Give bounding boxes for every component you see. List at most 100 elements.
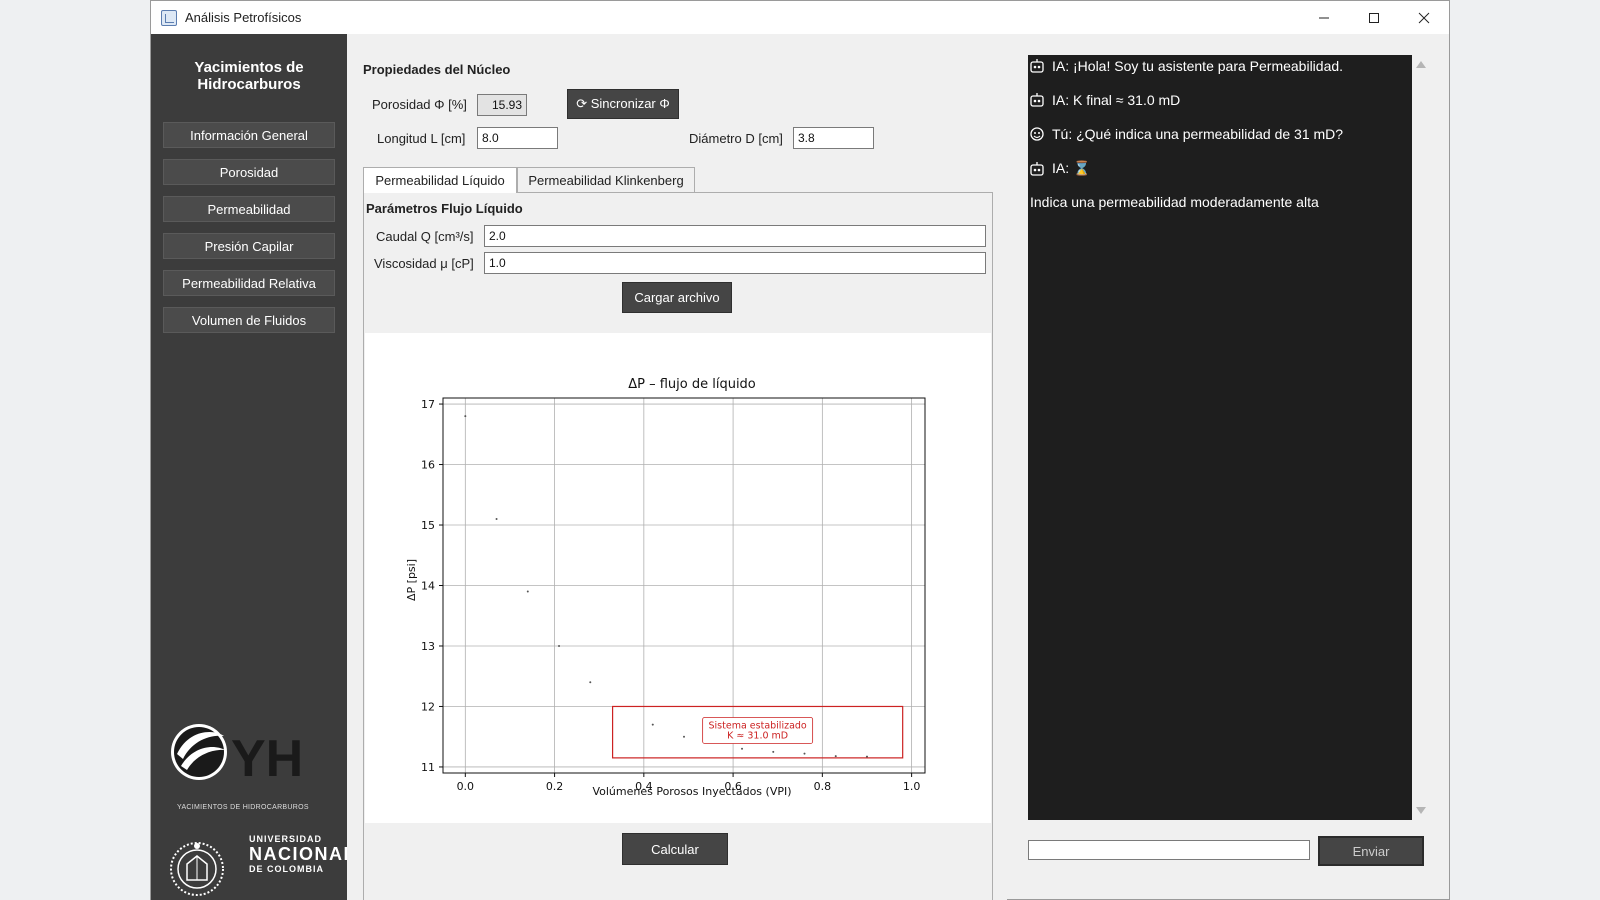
y-tick-label: 13 (421, 640, 435, 653)
y-axis-ticks: 11 12 13 14 15 16 17 (421, 398, 443, 774)
maximize-button[interactable] (1349, 1, 1399, 34)
send-button[interactable]: Enviar (1318, 836, 1424, 866)
x-tick-label: 1.0 (903, 780, 921, 793)
close-button[interactable] (1399, 1, 1449, 34)
unal-line-2: NACIONAL (249, 844, 356, 864)
diameter-label: Diámetro D [cm] (689, 131, 783, 146)
robot-icon (1030, 161, 1044, 176)
chat-message: Tú: ¿Qué indica una permeabilidad de 31 … (1030, 126, 1343, 142)
y-tick-label: 14 (421, 580, 435, 593)
tab-permeabilidad-klinkenberg[interactable]: Permeabilidad Klinkenberg (517, 167, 695, 192)
data-point (683, 735, 685, 738)
diameter-field[interactable]: 3.8 (793, 127, 874, 149)
chat-message: IA: ⌛ (1030, 160, 1090, 177)
sidebar-item-informacion-general[interactable]: Información General (163, 122, 335, 148)
data-point (589, 681, 592, 684)
data-point (834, 755, 837, 758)
main-panel: Propiedades del Núcleo Porosidad Φ [%] 1… (347, 34, 1007, 900)
data-point (772, 750, 775, 753)
plot-area: ΔP – flujo de líquido Sistema estabiliza… (365, 333, 991, 823)
sidebar-item-permeabilidad[interactable]: Permeabilidad (163, 196, 335, 222)
x-axis-label: Volúmenes Porosos Inyectados (VPI) (592, 785, 791, 798)
sidebar: Yacimientos de Hidrocarburos Información… (151, 34, 355, 900)
yh-logo: YH (171, 724, 303, 788)
annotation-text: K ≈ 31.0 mD (727, 730, 788, 741)
x-tick-label: 0.0 (457, 780, 475, 793)
viscosity-field[interactable]: 1.0 (484, 252, 986, 274)
calculate-button[interactable]: Calcular (622, 833, 728, 865)
sidebar-item-volumen-fluidos[interactable]: Volumen de Fluidos (163, 307, 335, 333)
sidebar-item-presion-capilar[interactable]: Presión Capilar (163, 233, 335, 259)
core-properties-title: Propiedades del Núcleo (363, 62, 511, 77)
close-icon (1418, 12, 1430, 23)
length-field[interactable]: 8.0 (477, 127, 558, 149)
yh-logo-text: YH (231, 730, 303, 788)
user-icon (1030, 127, 1044, 141)
length-label: Longitud L [cm] (377, 131, 466, 146)
minimize-button[interactable] (1299, 1, 1349, 34)
x-tick-label: 0.2 (546, 780, 564, 793)
window-controls (1299, 1, 1449, 34)
scroll-down-icon[interactable] (1416, 807, 1426, 814)
yh-logo-subtitle: YACIMIENTOS DE HIDROCARBUROS (177, 804, 309, 811)
y-tick-label: 16 (421, 459, 435, 472)
title-bar: Análisis Petrofísicos (151, 1, 1449, 34)
porosity-field[interactable]: 15.93 (477, 94, 527, 116)
flow-label: Caudal Q [cm³/s] (376, 229, 474, 244)
data-point (558, 644, 561, 647)
unal-seal-icon (170, 842, 224, 896)
chat-message: IA: ¡Hola! Soy tu asistente para Permeab… (1030, 58, 1343, 74)
data-point (803, 752, 806, 755)
load-file-button[interactable]: Cargar archivo (622, 282, 732, 313)
y-tick-label: 15 (421, 519, 435, 532)
robot-icon (1030, 93, 1044, 107)
unal-text: UNIVERSIDAD NACIONAL DE COLOMBIA (249, 834, 356, 874)
tab-permeabilidad-liquido[interactable]: Permeabilidad Líquido (363, 167, 517, 193)
y-axis-label: ΔP [psi] (405, 559, 418, 601)
data-point (651, 723, 654, 726)
dp-chart: ΔP – flujo de líquido Sistema estabiliza… (405, 377, 926, 798)
flow-field[interactable]: 2.0 (484, 225, 986, 247)
chart-grid (443, 398, 925, 773)
unal-logo: UNIVERSIDAD NACIONAL DE COLOMBIA (169, 834, 355, 900)
maximize-icon (1369, 12, 1379, 23)
chat-message-text: Indica una permeabilidad moderadamente a… (1030, 194, 1319, 210)
chart-title: ΔP – flujo de líquido (628, 377, 756, 392)
y-tick-label: 12 (421, 700, 435, 713)
data-point (495, 517, 498, 520)
porosity-label: Porosidad Φ [%] (372, 97, 467, 112)
liquid-tab-panel: Parámetros Flujo Líquido Caudal Q [cm³/s… (363, 192, 993, 900)
brand-line-2: Hidrocarburos (197, 76, 301, 93)
chat-panel: IA: ¡Hola! Soy tu asistente para Permeab… (1028, 55, 1412, 820)
sidebar-item-permeabilidad-relativa[interactable]: Permeabilidad Relativa (163, 270, 335, 296)
data-point (865, 755, 868, 758)
data-point (526, 590, 529, 593)
robot-icon (1030, 59, 1044, 73)
sidebar-item-porosidad[interactable]: Porosidad (163, 159, 335, 185)
brand-line-1: Yacimientos de (194, 59, 304, 76)
minimize-icon (1319, 17, 1329, 18)
x-tick-label: 0.8 (814, 780, 832, 793)
sync-porosity-button[interactable]: ⟳ Sincronizar Φ (567, 89, 679, 119)
chat-message: Indica una permeabilidad moderadamente a… (1030, 194, 1319, 210)
chat-message-text: Tú: ¿Qué indica una permeabilidad de 31 … (1052, 126, 1344, 142)
app-icon (161, 9, 177, 26)
unal-line-1: UNIVERSIDAD (249, 834, 323, 844)
liquid-params-title: Parámetros Flujo Líquido (366, 201, 523, 216)
scroll-up-icon[interactable] (1416, 61, 1426, 68)
chat-input[interactable] (1028, 840, 1310, 860)
y-tick-label: 11 (421, 761, 435, 774)
window-title: Análisis Petrofísicos (185, 10, 302, 25)
unal-line-3: DE COLOMBIA (249, 864, 324, 874)
viscosity-label: Viscosidad μ [cP] (374, 256, 474, 271)
data-point (741, 747, 744, 750)
chat-scrollbar[interactable] (1412, 55, 1430, 820)
chat-message: IA: K final ≈ 31.0 mD (1030, 92, 1180, 108)
chat-message-text: IA: ⌛ (1052, 160, 1091, 176)
y-tick-label: 17 (421, 398, 435, 411)
brand-title: Yacimientos de Hidrocarburos (151, 59, 347, 93)
chat-message-text: IA: ¡Hola! Soy tu asistente para Permeab… (1052, 58, 1344, 74)
data-point (464, 415, 467, 418)
stabilized-region: Sistema estabilizadoK ≈ 31.0 mD (611, 705, 904, 759)
chat-message-text: IA: K final ≈ 31.0 mD (1052, 92, 1181, 108)
